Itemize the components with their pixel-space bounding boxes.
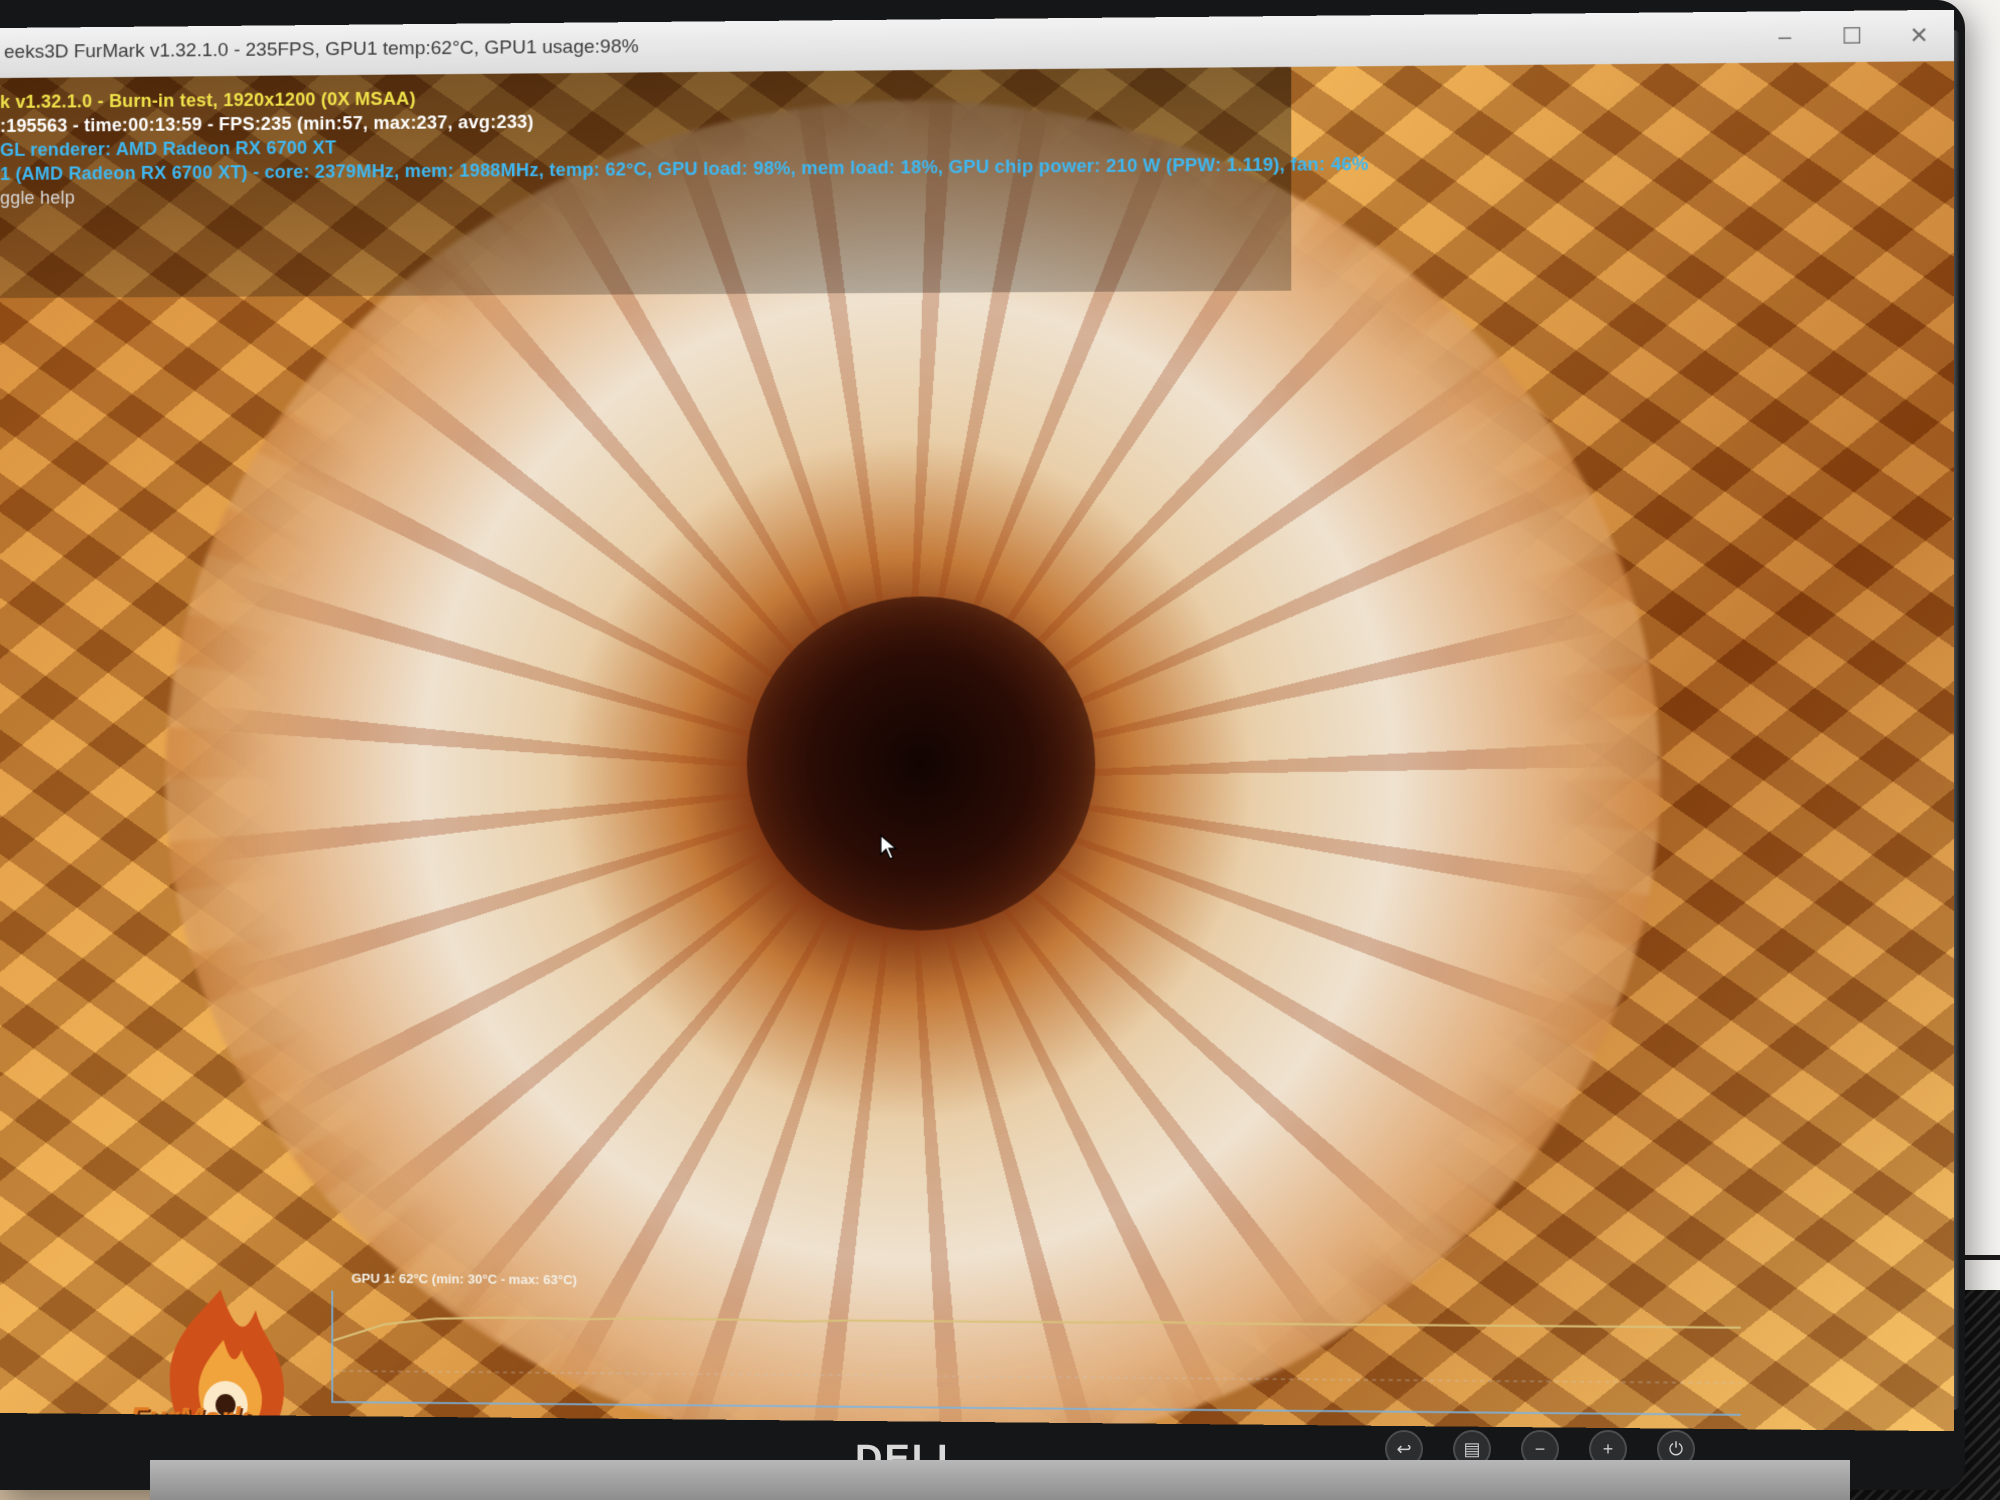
mouse-cursor-icon <box>880 834 898 860</box>
hud-overlay: k v1.32.1.0 - Burn-in test, 1920x1200 (0… <box>0 67 1291 298</box>
hud-help-hint: ggle help <box>0 187 75 209</box>
monitor-stand <box>150 1460 1850 1500</box>
maximize-icon[interactable]: ☐ <box>1838 23 1865 50</box>
hud-app-info: k v1.32.1.0 - Burn-in test, 1920x1200 (0… <box>0 88 416 113</box>
minimize-icon[interactable]: – <box>1771 24 1798 51</box>
fur-center-hole <box>747 596 1095 931</box>
window-title: eeks3D FurMark v1.32.1.0 - 235FPS, GPU1 … <box>4 36 639 64</box>
graph-label: GPU 1: 62°C (min: 30°C - max: 63°C) <box>351 1271 577 1288</box>
temperature-graph: GPU 1: 62°C (min: 30°C - max: 63°C) <box>331 1291 1740 1416</box>
hud-frame-stats: :195563 - time:00:13:59 - FPS:235 (min:5… <box>0 112 534 137</box>
temperature-graph-plot <box>333 1291 1740 1414</box>
graph-baseline <box>333 1371 1740 1383</box>
hud-renderer: GL renderer: AMD Radeon RX 6700 XT <box>0 137 336 161</box>
close-icon[interactable]: ✕ <box>1905 22 1932 49</box>
temperature-line <box>333 1316 1740 1353</box>
monitor: eeks3D FurMark v1.32.1.0 - 235FPS, GPU1 … <box>0 0 1965 1490</box>
furmark-logo-text: FurMark <box>130 1401 249 1431</box>
window-controls: – ☐ ✕ <box>1771 10 1933 63</box>
screen: eeks3D FurMark v1.32.1.0 - 235FPS, GPU1 … <box>0 10 1954 1431</box>
render-viewport[interactable]: k v1.32.1.0 - Burn-in test, 1920x1200 (0… <box>0 61 1954 1431</box>
